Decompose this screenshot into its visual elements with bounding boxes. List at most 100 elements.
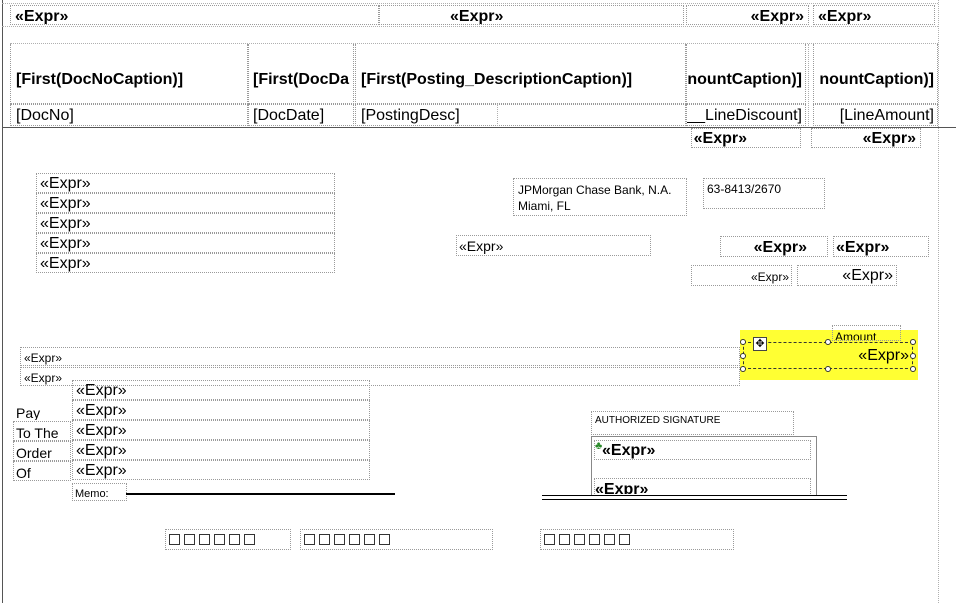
resize-handle-tc[interactable] [825, 339, 831, 345]
check-mid-expr[interactable]: «Expr» [456, 235, 651, 256]
selected-amount-text: «Expr» [858, 347, 909, 364]
micr-glyph-group [544, 532, 634, 549]
top-expr-1[interactable]: «Expr» [10, 5, 379, 25]
top-expr-3[interactable]: «Expr» [686, 5, 809, 25]
of-label: Of [16, 465, 31, 481]
signature-expr-1[interactable]: «Expr» [594, 440, 811, 460]
posting-desc-text: [PostingDesc] [361, 107, 460, 124]
payee-expr-2[interactable]: «Expr» [72, 400, 370, 420]
doc-date-field[interactable]: [DocDate] [248, 104, 354, 126]
resize-handle-tl[interactable] [740, 339, 746, 345]
top-border [2, 3, 938, 4]
bank-routing-box[interactable]: 63-8413/2670 [703, 178, 825, 209]
to-the-label-box[interactable]: To The [13, 421, 71, 441]
micr-glyph-box-icon [349, 534, 360, 545]
line-discount-caption-text: nountCaption)] [687, 71, 802, 88]
amount-words-expr-1[interactable]: «Expr» [20, 347, 740, 366]
resize-handle-bc[interactable] [825, 366, 831, 372]
memo-label: Memo: [75, 488, 109, 500]
address-expr-2[interactable]: «Expr» [36, 193, 335, 213]
address-expr-3[interactable]: «Expr» [36, 213, 335, 233]
top-expr-2-text: «Expr» [450, 8, 504, 25]
doc-date-caption[interactable]: [First(DocDa [248, 44, 354, 104]
payee-expr-5-text: «Expr» [76, 462, 127, 479]
total-expr-2[interactable]: «Expr» [811, 128, 921, 148]
payee-expr-3[interactable]: «Expr» [72, 420, 370, 440]
check-no-expr[interactable]: «Expr» [720, 236, 828, 257]
line-discount-caption[interactable]: nountCaption)] [686, 44, 806, 104]
top-expr-4[interactable]: «Expr» [813, 5, 935, 25]
of-label-box[interactable]: Of [13, 461, 71, 481]
posting-desc-field[interactable]: [PostingDesc] [355, 104, 686, 126]
check-date-expr[interactable]: «Expr» [833, 236, 929, 257]
move-handle-icon[interactable]: ✥ [753, 337, 767, 351]
amount-top-expr[interactable]: «Expr» [797, 265, 897, 286]
payee-expr-4-text: «Expr» [76, 442, 127, 459]
signature-expr-2[interactable]: «Expr» [594, 478, 811, 494]
bank-info-box[interactable]: JPMorgan Chase Bank, N.A. Miami, FL [513, 178, 687, 216]
micr-glyph-box-icon [229, 534, 240, 545]
micr-glyph-box-icon [184, 534, 195, 545]
address-expr-3-text: «Expr» [40, 215, 91, 232]
check-no-expr-text: «Expr» [753, 239, 807, 256]
amount-words-expr-2-text: «Expr» [24, 371, 63, 385]
address-expr-5[interactable]: «Expr» [36, 253, 335, 273]
micr-glyph-box-icon [364, 534, 375, 545]
amount-label-box[interactable]: Amount [832, 325, 901, 341]
resize-handle-bl[interactable] [740, 366, 746, 372]
signature-expr-1-text: «Expr» [602, 442, 656, 459]
line-discount-field[interactable]: __LineDiscount] [686, 104, 806, 126]
address-expr-2-text: «Expr» [40, 195, 91, 212]
line-discount-text: __LineDiscount] [687, 107, 802, 124]
authorized-signature-label-box[interactable]: AUTHORIZED SIGNATURE [591, 411, 794, 435]
payee-expr-1[interactable]: «Expr» [72, 380, 370, 400]
band-separator-1 [2, 26, 938, 27]
micr-glyph-group [304, 532, 394, 549]
pay-label: Pay [16, 405, 41, 421]
doc-date-text: [DocDate] [253, 107, 325, 124]
page-right-border [938, 0, 939, 603]
top-expr-4-text: «Expr» [818, 8, 872, 25]
micr-glyph-box-icon [619, 534, 630, 545]
line-amount-text: [LineAmount] [839, 107, 934, 124]
doc-date-caption-text: [First(DocDa [253, 71, 350, 88]
top-expr-2[interactable]: «Expr» [379, 5, 684, 25]
line-amount-caption-text: nountCaption)] [819, 71, 934, 88]
address-expr-4-text: «Expr» [40, 235, 91, 252]
total-expr-1[interactable]: «Expr» [691, 128, 801, 148]
resize-handle-br[interactable] [910, 366, 916, 372]
address-expr-1-text: «Expr» [40, 175, 91, 192]
line-amount-caption[interactable]: nountCaption)] [813, 44, 938, 104]
signature-line-2 [542, 499, 847, 500]
micr-field-1[interactable] [165, 529, 291, 550]
resize-handle-mr[interactable] [910, 353, 916, 359]
resize-handle-tr[interactable] [910, 339, 916, 345]
address-expr-1[interactable]: «Expr» [36, 173, 335, 193]
pay-label-box[interactable]: Pay [13, 401, 71, 421]
doc-no-caption[interactable]: [First(DocNoCaption)] [10, 44, 248, 104]
total-expr-1-text: «Expr» [693, 130, 747, 147]
payee-expr-2-text: «Expr» [76, 402, 127, 419]
small-expr[interactable]: «Expr» [691, 265, 792, 286]
amount-words-expr-1-text: «Expr» [24, 351, 63, 365]
posting-desc-caption[interactable]: [First(Posting_DescriptionCaption)] [355, 44, 686, 104]
doc-no-field[interactable]: [DocNo] [10, 104, 248, 126]
micr-field-2[interactable] [300, 529, 493, 550]
payee-expr-5[interactable]: «Expr» [72, 460, 370, 480]
micr-glyph-box-icon [379, 534, 390, 545]
posting-desc-caption-text: [First(Posting_DescriptionCaption)] [361, 71, 633, 88]
page-left-border [2, 0, 3, 603]
payee-expr-4[interactable]: «Expr» [72, 440, 370, 460]
address-expr-4[interactable]: «Expr» [36, 233, 335, 253]
order-label-box[interactable]: Order [13, 441, 71, 461]
line-amount-field[interactable]: [LineAmount] [813, 104, 938, 126]
micr-field-3[interactable] [540, 529, 734, 550]
top-expr-1-text: «Expr» [15, 8, 69, 25]
resize-handle-ml[interactable] [740, 353, 746, 359]
micr-glyph-box-icon [604, 534, 615, 545]
total-expr-2-text: «Expr» [862, 130, 916, 147]
order-label: Order [16, 445, 52, 461]
subreport-anchor-icon[interactable]: ♣ [595, 440, 605, 452]
memo-label-box[interactable]: Memo: [72, 483, 127, 501]
to-the-label: To The [16, 425, 59, 441]
